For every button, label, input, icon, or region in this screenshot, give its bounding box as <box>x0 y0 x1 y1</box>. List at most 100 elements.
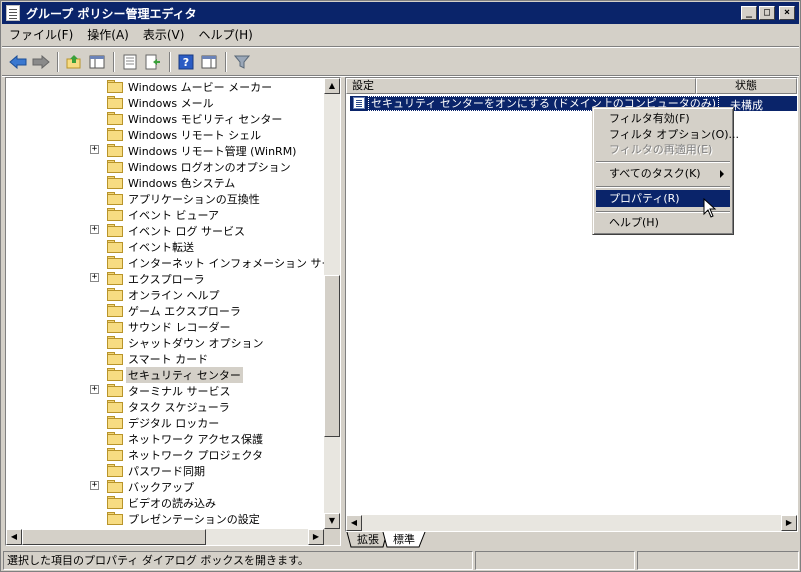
minimize-button[interactable]: _ <box>741 6 757 20</box>
expand-plus-icon[interactable]: + <box>90 481 99 490</box>
policy-setting-icon <box>353 97 365 109</box>
menu-file[interactable]: ファイル(F) <box>2 25 80 45</box>
menu-item-all-tasks[interactable]: すべてのタスク(K) <box>596 165 730 182</box>
menu-separator <box>596 161 730 163</box>
tree-item[interactable]: スマート カード <box>6 350 324 366</box>
tree-item[interactable]: シャットダウン オプション <box>6 334 324 350</box>
tree-vertical-scrollbar[interactable]: ▲ ▼ <box>324 78 340 529</box>
folder-icon <box>106 463 123 477</box>
scroll-left-button[interactable]: ◀ <box>6 529 22 545</box>
tree-item[interactable]: ビデオの読み込み <box>6 494 324 510</box>
tree-item-label: Windows ムービー メーカー <box>128 81 273 94</box>
tree-item[interactable]: パスワード同期 <box>6 462 324 478</box>
tree-item[interactable]: インターネット インフォメーション サービス <box>6 254 324 270</box>
scroll-down-button[interactable]: ▼ <box>324 513 340 529</box>
expand-plus-icon[interactable]: + <box>90 225 99 234</box>
policy-tree: Windows ムービー メーカー Windows メール Windows モビ… <box>6 78 324 528</box>
toolbar: ? <box>2 49 799 75</box>
expand-plus-icon[interactable]: + <box>90 145 99 154</box>
tree-item[interactable]: オンライン ヘルプ <box>6 286 324 302</box>
menu-action[interactable]: 操作(A) <box>80 25 136 45</box>
tree-item[interactable]: Windows メール <box>6 94 324 110</box>
tree-item[interactable]: + バックアップ <box>6 478 324 494</box>
svg-text:?: ? <box>183 56 189 69</box>
export-list-icon[interactable] <box>142 51 164 73</box>
tree-item[interactable]: アプリケーションの互換性 <box>6 190 324 206</box>
close-button[interactable]: × <box>779 6 795 20</box>
toolbar-separator <box>113 52 115 72</box>
tree-item-label: Windows リモート シェル <box>128 129 262 142</box>
filter-icon[interactable] <box>231 51 253 73</box>
menu-divider <box>2 46 799 48</box>
tree-item-label: ビデオの読み込み <box>128 497 216 510</box>
folder-icon <box>106 367 123 381</box>
toolbar-separator <box>169 52 171 72</box>
toolbar-separator <box>225 52 227 72</box>
tree-item-label: シャットダウン オプション <box>128 337 264 350</box>
properties-icon[interactable] <box>119 51 141 73</box>
up-folder-icon[interactable] <box>63 51 85 73</box>
tree-item[interactable]: + イベント ログ サービス <box>6 222 324 238</box>
maximize-button[interactable]: □ <box>759 6 775 20</box>
folder-icon <box>106 431 123 445</box>
column-header-setting[interactable]: 設定 <box>346 78 696 94</box>
tree-item[interactable]: ゲーム エクスプローラ <box>6 302 324 318</box>
folder-icon <box>106 303 123 317</box>
tree-item[interactable]: + Windows リモート管理 (WinRM) <box>6 142 324 158</box>
tree-item-selected[interactable]: セキュリティ センター <box>6 366 324 383</box>
tree-item[interactable]: イベント転送 <box>6 238 324 254</box>
menu-help[interactable]: ヘルプ(H) <box>191 25 259 45</box>
tree-item-label: Windows モビリティ センター <box>128 113 283 126</box>
column-header-state[interactable]: 状態 <box>696 78 797 94</box>
scroll-right-button[interactable]: ▶ <box>308 529 324 545</box>
tree-item-label: パスワード同期 <box>128 465 205 478</box>
tree-item[interactable]: Windows ムービー メーカー <box>6 78 324 94</box>
tree-item[interactable]: Windows 色システム <box>6 174 324 190</box>
scroll-thumb[interactable] <box>324 275 340 437</box>
forward-icon[interactable] <box>30 51 52 73</box>
tree-item[interactable]: タスク スケジューラ <box>6 398 324 414</box>
tree-item[interactable]: Windows ログオンのオプション <box>6 158 324 174</box>
tree-item-label: デジタル ロッカー <box>128 417 220 430</box>
expand-plus-icon[interactable]: + <box>90 273 99 282</box>
show-hide-action-pane-icon[interactable] <box>198 51 220 73</box>
tree-item[interactable]: ネットワーク アクセス保護 <box>6 430 324 446</box>
tree-item[interactable]: サウンド レコーダー <box>6 318 324 334</box>
menu-view[interactable]: 表示(V) <box>136 25 192 45</box>
tree-item[interactable]: Windows リモート シェル <box>6 126 324 142</box>
tree-item[interactable]: ネットワーク プロジェクタ <box>6 446 324 462</box>
help-icon[interactable]: ? <box>175 51 197 73</box>
tree-item-label: プレゼンテーションの設定 <box>128 513 260 526</box>
scroll-corner <box>324 529 340 545</box>
tree-item[interactable]: プレゼンテーションの設定 <box>6 510 324 526</box>
folder-icon <box>106 271 123 285</box>
folder-icon <box>106 287 123 301</box>
tree-item-label: インターネット インフォメーション サービス <box>128 257 324 270</box>
tree-item[interactable]: + エクスプローラ <box>6 270 324 286</box>
scroll-right-button[interactable]: ▶ <box>781 515 797 531</box>
policy-editor-icon <box>6 5 20 21</box>
title-bar[interactable]: グループ ポリシー管理エディタ _ □ × <box>2 2 799 24</box>
tab-standard[interactable]: 標準 <box>387 532 421 548</box>
scroll-left-button[interactable]: ◀ <box>346 515 362 531</box>
tree-item[interactable]: デジタル ロッカー <box>6 414 324 430</box>
expand-plus-icon[interactable]: + <box>90 385 99 394</box>
tree-item-label: イベント ビューア <box>128 209 220 222</box>
scroll-thumb[interactable] <box>22 529 206 545</box>
tree-item[interactable]: イベント ビューア <box>6 206 324 222</box>
folder-icon <box>106 143 123 157</box>
scroll-up-button[interactable]: ▲ <box>324 78 340 94</box>
tree-horizontal-scrollbar[interactable]: ◀ ▶ <box>6 529 324 545</box>
tab-extended[interactable]: 拡張 <box>351 532 385 548</box>
back-icon[interactable] <box>7 51 29 73</box>
tree-pane[interactable]: Windows ムービー メーカー Windows メール Windows モビ… <box>5 77 341 546</box>
menu-item-filter-on[interactable]: フィルタ有効(F) <box>596 110 730 127</box>
tree-item[interactable]: + ターミナル サービス <box>6 382 324 398</box>
folder-icon <box>106 527 122 528</box>
folder-icon <box>106 175 123 189</box>
list-horizontal-scrollbar[interactable]: ◀ ▶ <box>346 515 797 531</box>
tree-item[interactable]: Windows モビリティ センター <box>6 110 324 126</box>
show-hide-tree-icon[interactable] <box>86 51 108 73</box>
tree-item[interactable]: 検索 <box>6 526 324 528</box>
folder-icon <box>106 191 123 205</box>
